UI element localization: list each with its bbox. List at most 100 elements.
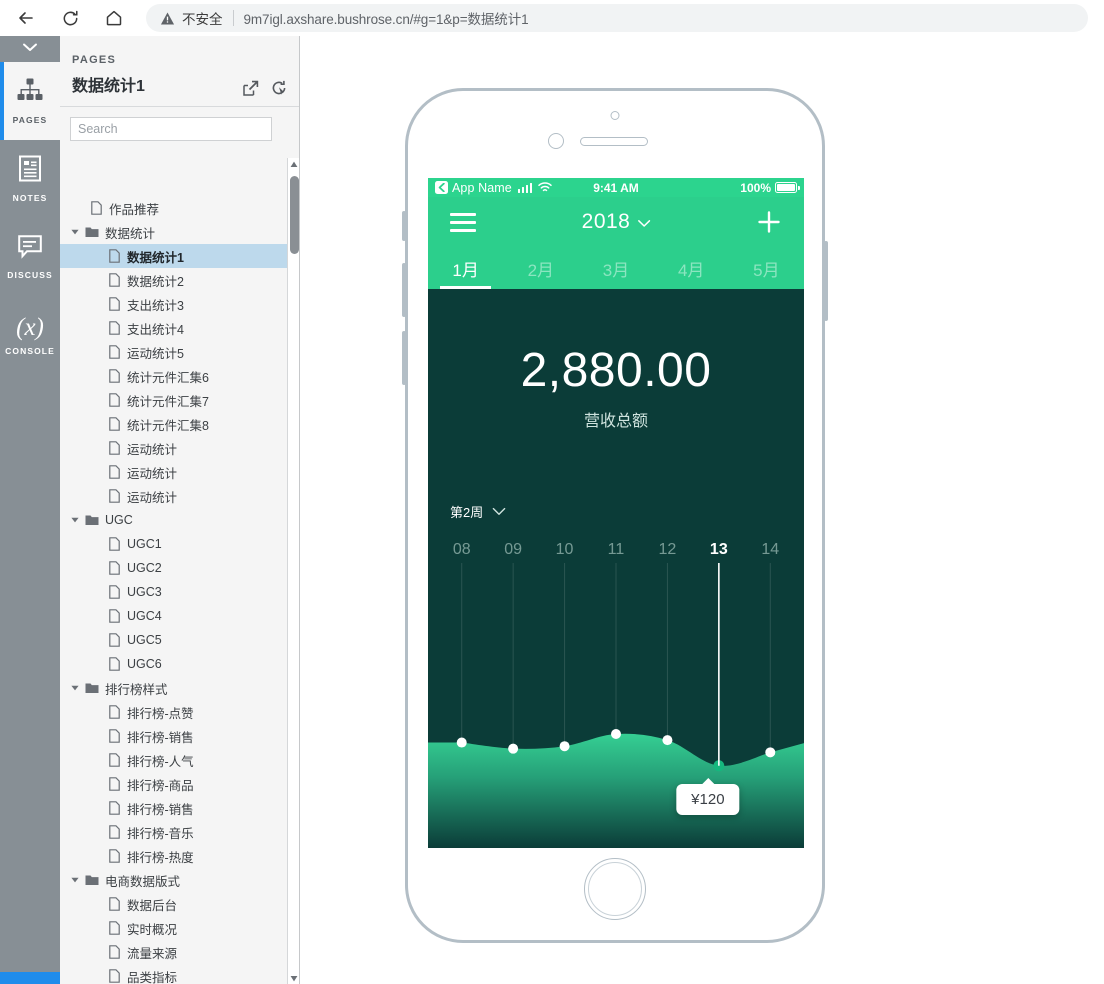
- tree-item-label: 排行榜样式: [105, 682, 168, 697]
- tree-page-row[interactable]: 作品推荐: [60, 196, 287, 220]
- tree-item-label: 排行榜-人气: [127, 754, 194, 769]
- not-secure-warning-icon[interactable]: [160, 11, 175, 26]
- folder-expand-arrow-icon[interactable]: [68, 685, 82, 691]
- chart-day-label[interactable]: 13: [693, 541, 744, 559]
- tree-page-row[interactable]: 排行榜-销售: [60, 796, 287, 820]
- chart-tooltip: ¥120: [676, 783, 740, 815]
- month-tab[interactable]: 1月: [428, 247, 503, 289]
- tree-page-row[interactable]: 数据统计2: [60, 268, 287, 292]
- address-bar[interactable]: 不安全 9m7igl.axshare.bushrose.cn/#g=1&p=数据…: [146, 4, 1088, 32]
- week-selector[interactable]: 第2周: [450, 502, 506, 521]
- tree-page-row[interactable]: 排行榜-点赞: [60, 700, 287, 724]
- tree-page-row[interactable]: 运动统计: [60, 460, 287, 484]
- phone-home-button[interactable]: [584, 858, 646, 920]
- chart-day-label[interactable]: 11: [590, 541, 641, 559]
- share-export-icon[interactable]: [243, 80, 259, 96]
- tree-page-row[interactable]: 排行榜-人气: [60, 748, 287, 772]
- tree-page-row[interactable]: 统计元件汇集7: [60, 388, 287, 412]
- scroll-down-arrow[interactable]: [288, 972, 300, 984]
- home-button[interactable]: [96, 0, 132, 36]
- app-content-body: 2,880.00 营收总额 第2周 08 09 10 11 12 13 14 ¥…: [428, 289, 804, 848]
- tree-page-row[interactable]: 排行榜-音乐: [60, 820, 287, 844]
- tree-folder-row[interactable]: 电商数据版式: [60, 868, 287, 892]
- phone-front-camera: [610, 111, 620, 120]
- reload-button[interactable]: [52, 0, 88, 36]
- tree-page-row[interactable]: 流量来源: [60, 940, 287, 964]
- page-icon: [104, 297, 124, 311]
- folder-expand-arrow-icon[interactable]: [68, 877, 82, 883]
- chart-point[interactable]: [508, 743, 519, 754]
- mobile-status-bar: App Name 9:41 AM 100%: [428, 178, 804, 197]
- rail-collapse-button[interactable]: [0, 36, 60, 62]
- chart-point[interactable]: [611, 729, 621, 739]
- scrollbar-thumb[interactable]: [290, 176, 299, 254]
- rail-item-console[interactable]: (x) CONSOLE: [0, 296, 60, 374]
- notes-icon: [18, 155, 42, 187]
- page-icon: [104, 753, 124, 767]
- chart-day-label[interactable]: 12: [642, 541, 693, 559]
- tree-page-row[interactable]: UGC4: [60, 604, 287, 628]
- tree-folder-row[interactable]: 数据统计: [60, 220, 287, 244]
- chart-day-label[interactable]: 09: [487, 541, 538, 559]
- tree-page-row[interactable]: 统计元件汇集6: [60, 364, 287, 388]
- pages-tree[interactable]: 作品推荐 数据统计 数据统计1 数据统计2 支出统计3 支出统计4 运动统计5 统计元件汇集6…: [60, 196, 287, 984]
- folder-expand-arrow-icon[interactable]: [68, 229, 82, 235]
- rail-item-pages[interactable]: PAGES: [0, 62, 60, 140]
- phone-screen: App Name 9:41 AM 100% 2018 1月 2月 3月 4月 5…: [428, 178, 804, 848]
- tree-page-row[interactable]: 排行榜-销售: [60, 724, 287, 748]
- tree-page-row[interactable]: UGC2: [60, 556, 287, 580]
- scroll-up-arrow[interactable]: [288, 158, 300, 170]
- chart-point[interactable]: [456, 737, 467, 748]
- page-icon: [104, 969, 124, 983]
- back-button[interactable]: [8, 0, 44, 36]
- tree-page-row[interactable]: 支出统计3: [60, 292, 287, 316]
- tree-page-row[interactable]: 数据统计1: [60, 244, 287, 268]
- month-tab-bar[interactable]: 1月 2月 3月 4月 5月: [428, 247, 804, 289]
- rail-item-notes[interactable]: NOTES: [0, 140, 60, 218]
- chart-day-label[interactable]: 10: [539, 541, 590, 559]
- folder-expand-arrow-icon[interactable]: [68, 517, 82, 523]
- add-button[interactable]: [756, 209, 782, 235]
- tree-page-row[interactable]: 排行榜-热度: [60, 844, 287, 868]
- refresh-cursor-icon[interactable]: [271, 80, 287, 96]
- tree-page-row[interactable]: 运动统计: [60, 484, 287, 508]
- chart-point[interactable]: [559, 741, 570, 752]
- pages-tree-scrollbar[interactable]: [287, 158, 299, 984]
- tree-page-row[interactable]: UGC1: [60, 532, 287, 556]
- tree-item-label: 统计元件汇集8: [127, 418, 209, 433]
- search-container: [60, 107, 299, 147]
- tree-page-row[interactable]: 数据后台: [60, 892, 287, 916]
- year-label: 2018: [581, 210, 631, 233]
- hamburger-menu-icon[interactable]: [450, 212, 476, 232]
- tree-page-row[interactable]: 运动统计: [60, 436, 287, 460]
- tree-page-row[interactable]: 品类指标: [60, 964, 287, 984]
- month-tab[interactable]: 2月: [503, 247, 578, 289]
- tree-page-row[interactable]: 运动统计5: [60, 340, 287, 364]
- tree-page-row[interactable]: 实时概况: [60, 916, 287, 940]
- year-selector[interactable]: 2018: [582, 210, 651, 234]
- page-icon: [104, 729, 124, 743]
- phone-mockup-frame: App Name 9:41 AM 100% 2018 1月 2月 3月 4月 5…: [402, 88, 828, 943]
- tree-page-row[interactable]: UGC5: [60, 628, 287, 652]
- back-chevron-icon[interactable]: [435, 181, 448, 194]
- chart-point[interactable]: [765, 747, 776, 758]
- revenue-area-chart[interactable]: 08 09 10 11 12 13 14 ¥120: [428, 537, 804, 848]
- search-input[interactable]: [70, 117, 272, 141]
- page-icon: [104, 489, 124, 503]
- chart-day-label[interactable]: 08: [436, 541, 487, 559]
- tree-item-label: UGC: [105, 513, 133, 527]
- tree-page-row[interactable]: 支出统计4: [60, 316, 287, 340]
- tree-page-row[interactable]: UGC6: [60, 652, 287, 676]
- month-tab[interactable]: 4月: [654, 247, 729, 289]
- url-text[interactable]: 9m7igl.axshare.bushrose.cn/#g=1&p=数据统计1: [244, 8, 529, 28]
- rail-item-discuss[interactable]: DISCUSS: [0, 218, 60, 296]
- tree-page-row[interactable]: 统计元件汇集8: [60, 412, 287, 436]
- tree-page-row[interactable]: 排行榜-商品: [60, 772, 287, 796]
- tree-folder-row[interactable]: UGC: [60, 508, 287, 532]
- chart-point[interactable]: [662, 735, 673, 746]
- month-tab[interactable]: 5月: [729, 247, 804, 289]
- tree-folder-row[interactable]: 排行榜样式: [60, 676, 287, 700]
- month-tab[interactable]: 3月: [578, 247, 653, 289]
- chart-day-label[interactable]: 14: [745, 541, 796, 559]
- tree-page-row[interactable]: UGC3: [60, 580, 287, 604]
